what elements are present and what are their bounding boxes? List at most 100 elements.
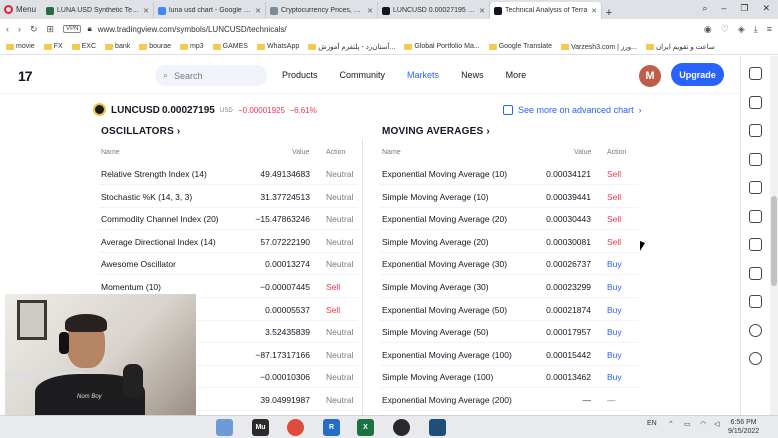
browser-menu-button[interactable]: Menu <box>0 0 42 19</box>
advanced-chart-link[interactable]: See more on advanced chart › <box>503 105 642 115</box>
table-row[interactable]: Average Directional Index (14) 57.0722219… <box>99 231 358 253</box>
bookmark-item[interactable]: آستان‌رد - پلتفرم آموزش... <box>308 43 395 51</box>
bookmarks-bar: movie FX EXC bank bourae mp3 GAMES WhatsApp آستا… <box>0 39 778 55</box>
moving-averages-title[interactable]: MOVING AVERAGES › <box>382 126 490 134</box>
bookmark-item[interactable]: mp3 <box>180 43 204 50</box>
bookmark-item[interactable]: GAMES <box>212 43 248 50</box>
broadcast-icon[interactable] <box>749 323 762 337</box>
alarm-icon[interactable] <box>749 95 762 109</box>
close-icon[interactable]: ✕ <box>591 7 597 15</box>
page-scrollbar[interactable] <box>770 56 778 415</box>
new-tab-button[interactable]: + <box>602 7 616 19</box>
obs-app[interactable] <box>393 419 410 436</box>
ideas-icon[interactable] <box>749 209 762 223</box>
speed-dial-icon[interactable]: ⊞ <box>47 24 55 35</box>
right-toolbar <box>740 56 770 415</box>
back-icon[interactable]: ‹ <box>6 24 9 34</box>
table-row[interactable]: Exponential Moving Average (30) 0.0002673… <box>380 253 639 276</box>
nav-news[interactable]: News <box>461 70 484 80</box>
bookmark-item[interactable]: Google Translate <box>488 43 552 50</box>
url-text[interactable]: www.tradingview.com/symbols/LUNCUSD/tech… <box>98 25 287 34</box>
bookmark-item[interactable]: WhatsApp <box>256 43 299 50</box>
table-row[interactable]: Exponential Moving Average (200) — — <box>380 389 639 411</box>
table-row[interactable]: Stochastic %K (14, 3, 3) 31.37724513 Neutr… <box>99 186 358 208</box>
r-app[interactable]: R <box>323 419 340 436</box>
table-row[interactable]: Simple Moving Average (10) 0.00039441 Sell <box>380 186 639 208</box>
bookmark-item[interactable]: movie <box>6 43 35 50</box>
upgrade-button[interactable]: Upgrade <box>671 63 724 86</box>
avatar[interactable]: M <box>639 65 661 87</box>
table-row[interactable]: Relative Strength Index (14) 49.49134683 N… <box>99 163 358 185</box>
table-row[interactable]: Simple Moving Average (30) 0.00023299 Buy <box>380 276 639 298</box>
chrome-app[interactable] <box>287 419 304 436</box>
heart-icon[interactable]: ♡ <box>721 24 729 35</box>
clock[interactable]: 6:56 PM 9/15/2022 <box>728 418 759 436</box>
forward-icon[interactable]: › <box>18 24 21 34</box>
vpn-badge[interactable]: VPN <box>63 25 82 33</box>
volume-icon[interactable]: ◁ <box>714 420 719 428</box>
data-window-icon[interactable] <box>749 152 762 166</box>
scroll-thumb[interactable] <box>771 196 777 286</box>
minimize-button[interactable]: – <box>721 3 726 14</box>
browser-tab[interactable]: luna usd chart - Google Se ✕ <box>154 2 266 19</box>
bookmark-item[interactable]: Varzesh3.com | ورز... <box>561 43 637 51</box>
action-badge: Neutral <box>326 259 354 270</box>
indicator-name: Exponential Moving Average (20) <box>382 214 508 225</box>
close-icon[interactable]: ✕ <box>255 7 261 15</box>
table-row[interactable]: Simple Moving Average (100) 0.00013462 Buy <box>380 366 639 389</box>
browser-tab[interactable]: Cryptocurrency Prices, Char ✕ <box>266 2 378 19</box>
close-icon[interactable]: ✕ <box>367 7 373 15</box>
nav-products[interactable]: Products <box>282 70 318 80</box>
search-tabs-icon[interactable]: ⌕ <box>702 3 707 14</box>
close-window-button[interactable]: ✕ <box>762 3 770 14</box>
close-icon[interactable]: ✕ <box>479 7 485 15</box>
notifications-icon[interactable] <box>749 352 762 365</box>
muse-app[interactable]: Mu <box>252 419 269 436</box>
table-row[interactable]: Simple Moving Average (50) 0.00017957 Buy <box>380 321 639 344</box>
close-icon[interactable]: ✕ <box>143 7 149 15</box>
search-box[interactable]: ⌕ Search <box>155 65 267 86</box>
camera-icon[interactable]: ◉ <box>704 24 712 35</box>
table-row[interactable]: Exponential Moving Average (100) 0.000154… <box>380 344 639 366</box>
table-row[interactable]: Simple Moving Average (20) 0.00030081 Sell <box>380 231 639 253</box>
language-indicator[interactable]: EN <box>647 420 657 427</box>
table-row[interactable]: Exponential Moving Average (10) 0.0003412… <box>380 163 639 185</box>
wifi-icon[interactable]: ◠ <box>700 420 706 428</box>
more-icon[interactable]: ≡ <box>767 24 772 35</box>
nav-more[interactable]: More <box>506 70 527 80</box>
chat-icon[interactable] <box>749 238 762 251</box>
browser-tab[interactable]: LUNA USD Synthetic Techn ✕ <box>42 2 154 19</box>
download-icon[interactable]: ⤓ <box>754 24 758 35</box>
table-row[interactable]: Exponential Moving Average (20) 0.0003044… <box>380 208 639 231</box>
excel-app[interactable]: X <box>357 419 374 436</box>
messages-icon[interactable] <box>749 266 762 280</box>
nav-community[interactable]: Community <box>340 70 386 80</box>
reload-icon[interactable]: ↻ <box>30 24 38 35</box>
table-row[interactable]: Commodity Channel Index (20) −15.47863246… <box>99 208 358 231</box>
table-row[interactable]: Exponential Moving Average (50) 0.0002187… <box>380 299 639 321</box>
bookmark-item[interactable]: EXC <box>71 43 96 50</box>
url-field[interactable]: VPN 🔒︎ www.tradingview.com/symbols/LUNCU… <box>63 22 695 37</box>
word-app[interactable] <box>216 419 233 436</box>
browser-tab[interactable]: Technical Analysis of Terra ✕ <box>490 2 602 19</box>
network-icon[interactable]: ▭ <box>684 420 691 428</box>
news-icon[interactable] <box>749 124 762 137</box>
tray-chevron-icon[interactable]: ⌃ <box>668 420 674 428</box>
bookmark-item[interactable]: ساعت و تقویم ایران <box>645 43 715 51</box>
bookmark-item[interactable]: bourae <box>139 43 171 50</box>
extension-icon[interactable]: ◈ <box>738 24 745 35</box>
oscillators-title[interactable]: OSCILLATORS › <box>101 126 180 134</box>
streams-icon[interactable] <box>749 295 762 308</box>
nav-markets[interactable]: Markets <box>407 70 439 80</box>
watchlist-icon[interactable] <box>749 67 762 80</box>
bookmark-item[interactable]: bank <box>105 43 130 50</box>
misc-app[interactable] <box>429 419 446 436</box>
tradingview-logo[interactable]: 17 <box>18 68 33 84</box>
bookmark-item[interactable]: Global Portfolio Ma... <box>404 43 480 50</box>
symbol-name[interactable]: LUNCUSD <box>111 105 160 116</box>
table-row[interactable]: Awesome Oscillator 0.00013274 Neutral <box>99 253 358 276</box>
bookmark-item[interactable]: FX <box>43 43 63 50</box>
browser-tab[interactable]: LUNCUSD 0.00027195 ▼ - ✕ <box>378 2 490 19</box>
maximize-button[interactable]: ❐ <box>740 3 748 14</box>
calendar-icon[interactable] <box>749 181 762 194</box>
